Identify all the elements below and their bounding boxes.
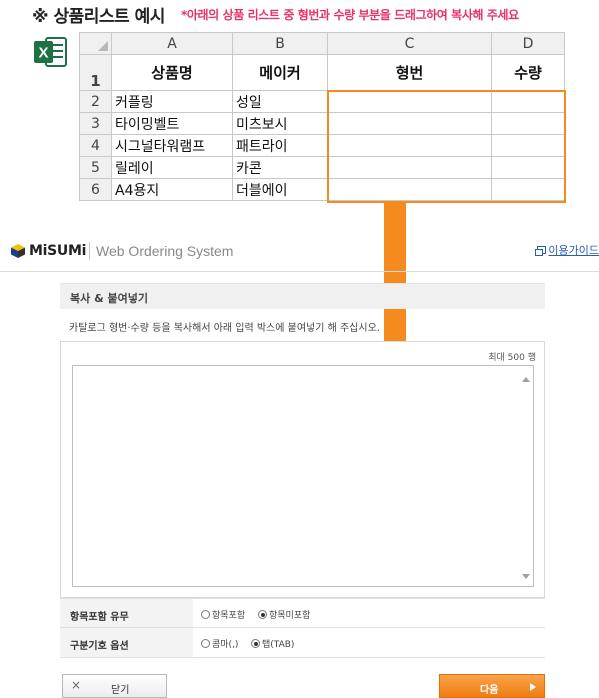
header-cell-product: 상품명 [111, 54, 233, 91]
cell-product[interactable]: 시그널타워램프 [111, 134, 233, 157]
cell-product[interactable]: 타이밍벨트 [111, 112, 233, 135]
misumi-cube-icon [11, 244, 25, 258]
row-number: 2 [79, 90, 112, 113]
brand-name: MiSUMi [29, 243, 87, 259]
page-title: ※ 상품리스트 예시 [32, 7, 165, 27]
table-row: 6 A4용지 더블에이 [79, 178, 565, 201]
row-number: 6 [79, 178, 112, 201]
cell-product[interactable]: 릴레이 [111, 156, 233, 179]
header-option-label: 항목포함 유무 [60, 599, 193, 627]
cell-quantity[interactable] [491, 112, 565, 135]
close-button-label: 닫기 [111, 685, 130, 696]
radio-button[interactable] [201, 610, 210, 619]
brand-header: MiSUMi Web Ordering System 이용가이드 [0, 228, 599, 272]
cell-quantity[interactable] [491, 178, 565, 201]
next-button-label: 다음 [480, 685, 499, 696]
header-cell-part-number: 형번 [327, 54, 492, 91]
max-rows-label: 최대 500 행 [488, 353, 536, 363]
radio-button[interactable] [201, 639, 210, 648]
paste-input[interactable] [72, 365, 534, 587]
instruction-note: *아래의 상품 리스트 중 형번과 수량 부분을 드래그하여 복사해 주세요 [181, 8, 519, 22]
radio-include-header[interactable]: 항목포함 [201, 608, 245, 621]
column-header-d: D [491, 32, 565, 55]
radio-label: 탭(TAB) [262, 640, 295, 650]
next-button[interactable]: 다음 [439, 674, 545, 698]
header-option-row: 항목포함 유무 항목포함 항목미포함 [60, 598, 545, 628]
cell-maker[interactable]: 카콘 [232, 156, 328, 179]
cell-part-number[interactable] [327, 90, 492, 113]
radio-label: 항목미포함 [269, 611, 311, 621]
header-cell-quantity: 수량 [491, 54, 565, 91]
heading: ※ 상품리스트 예시 *아래의 상품 리스트 중 형번과 수량 부분을 드래그하… [0, 0, 599, 27]
cell-maker[interactable]: 미츠보시 [232, 112, 328, 135]
guide-link[interactable]: 이용가이드 [535, 242, 599, 258]
section-header: 복사 & 붙여넣기 [60, 283, 545, 309]
svg-text:X: X [38, 45, 48, 62]
cell-part-number[interactable] [327, 112, 492, 135]
sheet-corner [79, 32, 112, 55]
paste-panel: 최대 500 행 [60, 341, 545, 598]
row-number: 5 [79, 156, 112, 179]
radio-exclude-header[interactable]: 항목미포함 [258, 608, 310, 621]
radio-button-selected[interactable] [251, 639, 260, 648]
close-button[interactable]: × 닫기 [62, 674, 167, 698]
cell-part-number[interactable] [327, 134, 492, 157]
divider [89, 242, 90, 260]
column-header-a: A [111, 32, 233, 55]
cell-part-number[interactable] [327, 178, 492, 201]
row-number: 4 [79, 134, 112, 157]
paste-instruction: 카탈로그 형번·수량 등을 복사해서 아래 입력 박스에 붙여넣기 해 주십시오… [69, 323, 380, 334]
cell-maker[interactable]: 더블에이 [232, 178, 328, 201]
cell-product[interactable]: A4용지 [111, 178, 233, 201]
close-icon: × [71, 678, 82, 692]
radio-button-selected[interactable] [258, 610, 267, 619]
cell-quantity[interactable] [491, 90, 565, 113]
delimiter-option-label: 구분기호 옵션 [60, 628, 193, 657]
guide-link-label: 이용가이드 [548, 244, 599, 257]
cell-maker[interactable]: 성일 [232, 90, 328, 113]
cell-part-number[interactable] [327, 156, 492, 179]
cell-quantity[interactable] [491, 156, 565, 179]
radio-comma[interactable]: 콤마(,) [201, 637, 238, 650]
table-row: 5 릴레이 카콘 [79, 156, 565, 179]
table-row: 4 시그널타워램프 패트라이 [79, 134, 565, 157]
scroll-down-icon[interactable] [522, 574, 530, 579]
radio-label: 항목포함 [212, 611, 246, 621]
radio-label: 콤마(,) [212, 640, 239, 650]
new-window-icon [535, 246, 547, 256]
row-number: 1 [79, 54, 112, 91]
column-header-b: B [232, 32, 328, 55]
cell-product[interactable]: 커플링 [111, 90, 233, 113]
cell-quantity[interactable] [491, 134, 565, 157]
column-header-c: C [327, 32, 492, 55]
row-number: 3 [79, 112, 112, 135]
header-cell-maker: 메이커 [232, 54, 328, 91]
cell-maker[interactable]: 패트라이 [232, 134, 328, 157]
delimiter-option-row: 구분기호 옵션 콤마(,) 탭(TAB) [60, 628, 545, 658]
scroll-up-icon[interactable] [522, 377, 530, 382]
radio-tab[interactable]: 탭(TAB) [251, 637, 294, 650]
excel-icon: X [34, 37, 67, 67]
spreadsheet: A B C D 1 상품명 메이커 형번 수량 2 커플링 성일 3 타이밍벨트… [79, 32, 565, 201]
brand-logo: MiSUMi [10, 242, 86, 260]
section-title: 복사 & 붙여넣기 [70, 292, 148, 305]
play-arrow-icon [530, 683, 536, 691]
table-row: 3 타이밍벨트 미츠보시 [79, 112, 565, 135]
brand-subtitle: Web Ordering System [96, 243, 234, 259]
table-row: 2 커플링 성일 [79, 90, 565, 113]
